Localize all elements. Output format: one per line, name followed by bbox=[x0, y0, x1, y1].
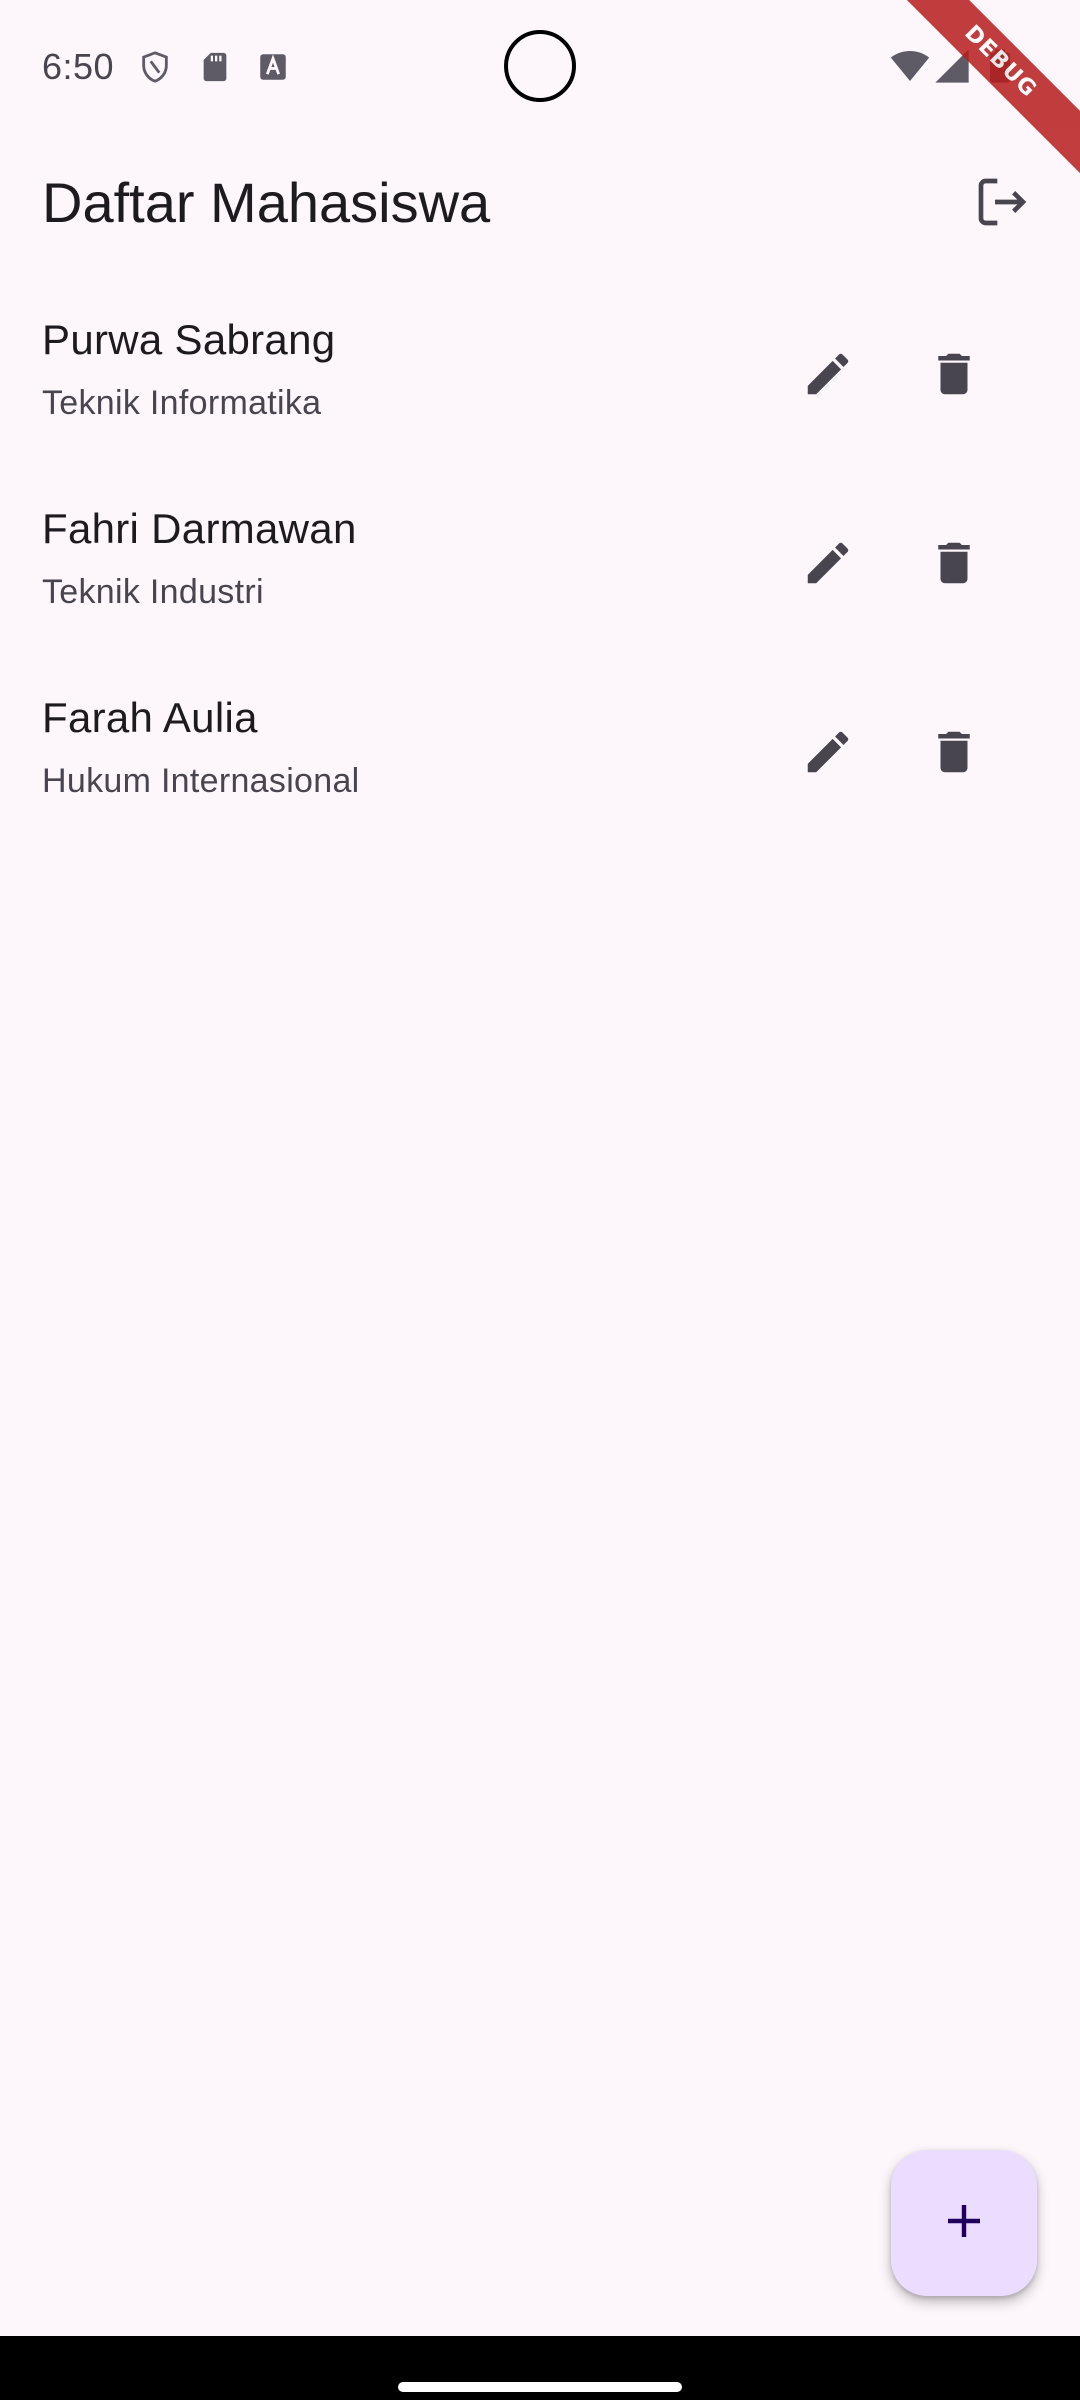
student-name: Fahri Darmawan bbox=[42, 505, 357, 552]
app-screen: 6:50 DEBUG Daftar Mahasiswa Purwa Sabran… bbox=[0, 0, 1080, 2336]
student-list: Purwa Sabrang Teknik Informatika Fahri D… bbox=[0, 300, 1080, 867]
list-item[interactable]: Purwa Sabrang Teknik Informatika bbox=[0, 300, 1080, 489]
trash-icon bbox=[927, 725, 981, 784]
student-major: Hukum Internasional bbox=[42, 762, 360, 800]
student-major: Teknik Industri bbox=[42, 573, 264, 611]
edit-button[interactable] bbox=[786, 712, 870, 796]
logout-icon bbox=[974, 174, 1030, 235]
list-item[interactable]: Farah Aulia Hukum Internasional bbox=[0, 678, 1080, 867]
trash-icon bbox=[927, 347, 981, 406]
add-student-button[interactable] bbox=[891, 2150, 1037, 2296]
student-name: Farah Aulia bbox=[42, 694, 258, 741]
page-title: Daftar Mahasiswa bbox=[42, 171, 491, 234]
camera-cutout bbox=[504, 30, 576, 102]
delete-button[interactable] bbox=[912, 523, 996, 607]
pencil-icon bbox=[801, 536, 855, 595]
list-item[interactable]: Fahri Darmawan Teknik Industri bbox=[0, 489, 1080, 678]
student-major: Teknik Informatika bbox=[42, 384, 322, 422]
home-indicator[interactable] bbox=[398, 2382, 682, 2392]
app-bar: Daftar Mahasiswa bbox=[0, 134, 1080, 274]
plus-icon bbox=[940, 2197, 988, 2250]
wifi-icon bbox=[890, 46, 930, 86]
sd-card-icon bbox=[198, 50, 232, 84]
delete-button[interactable] bbox=[912, 334, 996, 418]
edit-button[interactable] bbox=[786, 523, 870, 607]
delete-button[interactable] bbox=[912, 712, 996, 796]
status-time: 6:50 bbox=[42, 46, 115, 87]
edit-button[interactable] bbox=[786, 334, 870, 418]
logout-button[interactable] bbox=[960, 162, 1044, 246]
student-name: Purwa Sabrang bbox=[42, 316, 336, 363]
pencil-icon bbox=[801, 725, 855, 784]
text-a-icon bbox=[256, 50, 290, 84]
status-bar: 6:50 DEBUG bbox=[0, 0, 1080, 184]
shield-icon bbox=[138, 50, 172, 84]
trash-icon bbox=[927, 536, 981, 595]
pencil-icon bbox=[801, 347, 855, 406]
